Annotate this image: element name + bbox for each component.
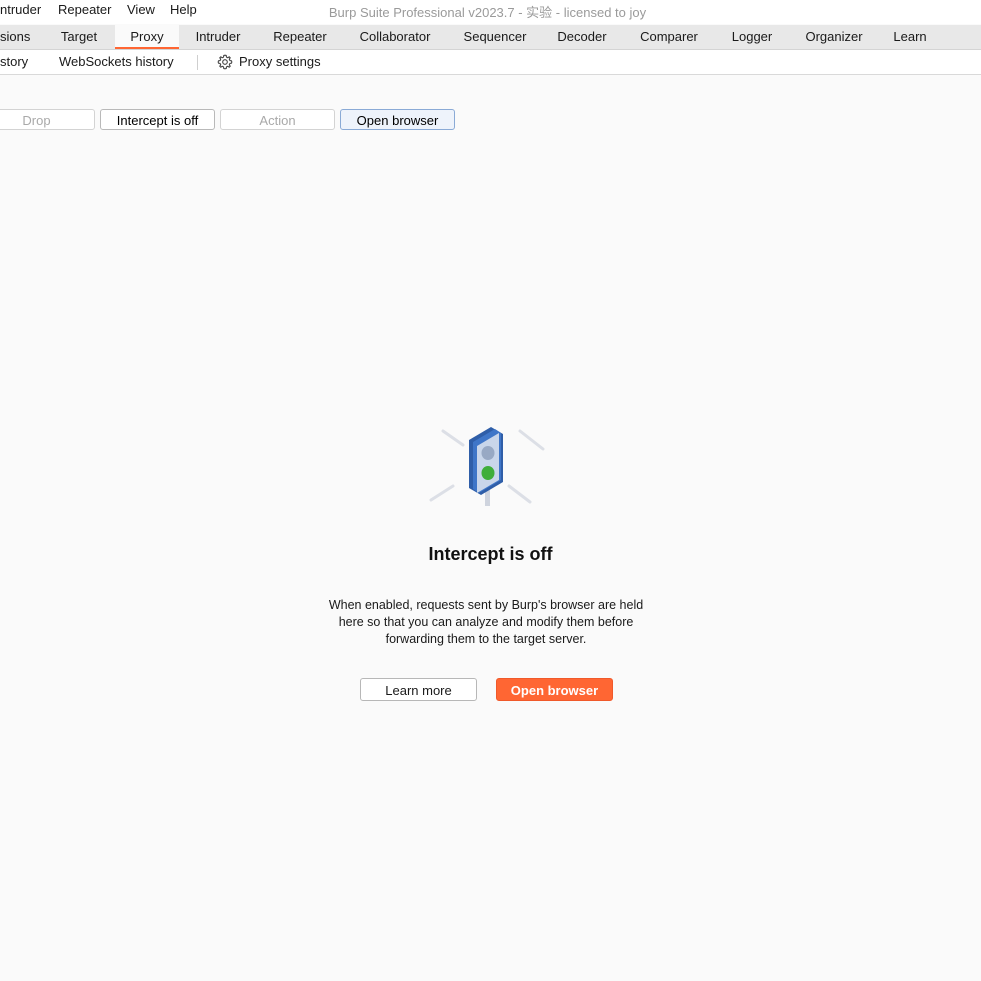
empty-state-description: When enabled, requests sent by Burp's br… — [290, 597, 682, 648]
tab-intruder[interactable]: Intruder — [185, 25, 251, 49]
tab-logger[interactable]: Logger — [722, 25, 782, 49]
description-line: When enabled, requests sent by Burp's br… — [328, 598, 644, 612]
menu-bar: ntruder Repeater View Help Burp Suite Pr… — [0, 0, 981, 24]
open-browser-toolbar-button[interactable]: Open browser — [340, 109, 455, 130]
tab-organizer[interactable]: Organizer — [797, 25, 871, 49]
tab-proxy[interactable]: Proxy — [115, 25, 179, 49]
burp-suite-window: ntruder Repeater View Help Burp Suite Pr… — [0, 0, 981, 981]
tab-extensions[interactable]: sions — [0, 25, 34, 49]
drop-button[interactable]: Drop — [0, 109, 95, 130]
subtab-websockets-history[interactable]: WebSockets history — [59, 50, 174, 74]
tab-collaborator[interactable]: Collaborator — [350, 25, 440, 49]
empty-state-title: Intercept is off — [428, 544, 553, 564]
proxy-subtab-strip: story WebSockets history Proxy settings — [0, 50, 981, 75]
menu-repeater[interactable]: Repeater — [58, 2, 111, 17]
open-browser-button[interactable]: Open browser — [496, 678, 613, 701]
intercept-toggle-button[interactable]: Intercept is off — [100, 109, 215, 130]
menu-help[interactable]: Help — [170, 2, 197, 17]
action-button[interactable]: Action — [220, 109, 335, 130]
tab-repeater[interactable]: Repeater — [262, 25, 338, 49]
description-line: here so that you can analyze and modify … — [338, 615, 634, 629]
subtab-divider — [197, 55, 198, 70]
learn-more-button[interactable]: Learn more — [360, 678, 477, 701]
tab-learn[interactable]: Learn — [885, 25, 935, 49]
tab-sequencer[interactable]: Sequencer — [455, 25, 535, 49]
main-tab-strip: sions Target Proxy Intruder Repeater Col… — [0, 25, 981, 50]
subtab-http-history[interactable]: story — [0, 50, 28, 74]
proxy-settings-link[interactable]: Proxy settings — [239, 50, 321, 74]
traffic-light-icon — [429, 427, 545, 506]
menu-view[interactable]: View — [127, 2, 155, 17]
gear-icon[interactable] — [217, 54, 233, 70]
description-line: forwarding them to the target server. — [385, 632, 587, 646]
tab-target[interactable]: Target — [50, 25, 108, 49]
menu-intruder[interactable]: ntruder — [0, 2, 41, 17]
tab-decoder[interactable]: Decoder — [550, 25, 614, 49]
tab-comparer[interactable]: Comparer — [630, 25, 708, 49]
